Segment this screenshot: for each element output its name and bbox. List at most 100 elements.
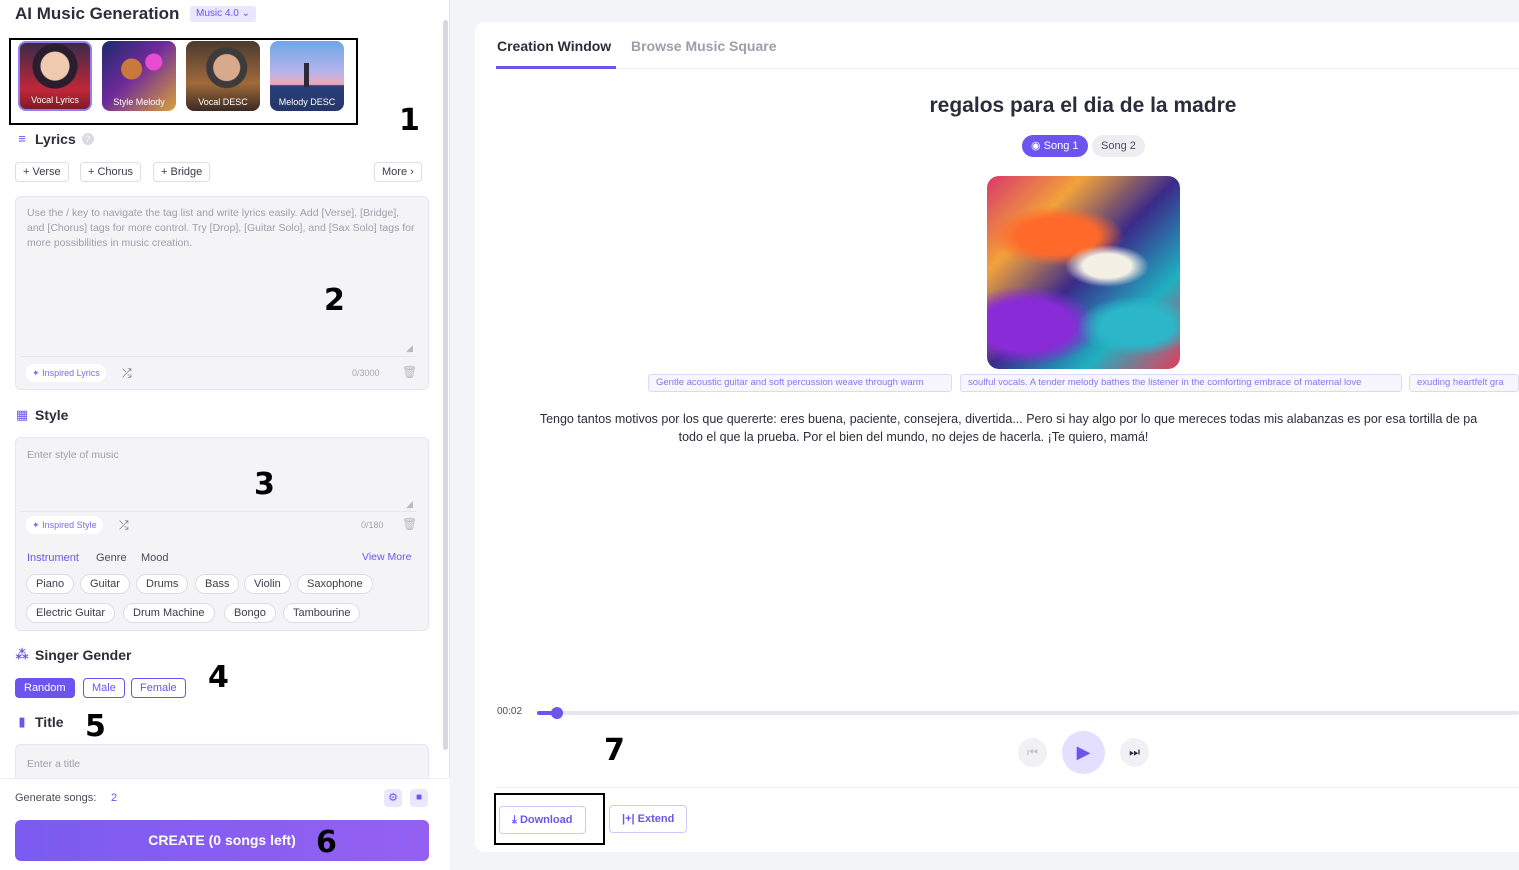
- shuffle-icon[interactable]: ⤮: [119, 518, 129, 533]
- title-heading: ▮ Title: [15, 714, 64, 730]
- progress-slider[interactable]: [537, 707, 1519, 719]
- song-version-2-tab[interactable]: Song 2: [1092, 135, 1145, 157]
- song-version-1-tab[interactable]: ◉ Song 1: [1022, 135, 1088, 157]
- instrument-tambourine[interactable]: Tambourine: [283, 603, 361, 623]
- more-tags-label: More: [382, 166, 408, 178]
- progress-thumb[interactable]: [550, 707, 563, 719]
- tab-mood[interactable]: Mood: [141, 552, 169, 564]
- singer-gender-heading: ⁂ Singer Gender: [15, 647, 131, 663]
- active-tab-indicator: [496, 66, 616, 69]
- instrument-drums[interactable]: Drums: [136, 574, 189, 594]
- style-tag: Gentle acoustic guitar and soft percussi…: [648, 374, 952, 392]
- song-title: regalos para el dia de la madre: [929, 94, 1237, 117]
- model-select[interactable]: Music 4.0 ⌄: [190, 6, 256, 22]
- song-cover-image: [987, 176, 1180, 369]
- inspired-lyrics-label: Inspired Lyrics: [42, 368, 100, 378]
- tab-browse-music-square[interactable]: Browse Music Square: [631, 38, 777, 54]
- title-placeholder: Enter a title: [27, 758, 81, 770]
- instrument-bass[interactable]: Bass: [195, 574, 240, 594]
- inspired-lyrics-button[interactable]: ✦ Inspired Lyrics: [26, 364, 106, 382]
- check-circle-icon: ◉: [1031, 140, 1041, 152]
- settings-icon[interactable]: ⚙: [384, 789, 402, 807]
- trash-icon[interactable]: 🗑: [402, 365, 417, 379]
- tag-chorus-button[interactable]: + Chorus: [80, 162, 141, 182]
- style-tag: exuding heartfelt gra: [1409, 374, 1519, 392]
- song-version-1-label: Song 1: [1043, 140, 1079, 152]
- gender-random-button[interactable]: Random: [15, 678, 75, 698]
- inspired-style-label: Inspired Style: [42, 520, 97, 530]
- tab-divider: [496, 68, 1519, 69]
- annotation-number-7: 7: [604, 733, 625, 768]
- title-heading-label: Title: [35, 714, 64, 730]
- annotation-number-1: 1: [399, 103, 420, 138]
- style-heading-label: Style: [35, 407, 69, 423]
- style-heading: ▦ Style: [15, 407, 69, 423]
- style-panel: [15, 437, 429, 631]
- lock-icon[interactable]: ■: [410, 789, 428, 807]
- style-input[interactable]: Enter style of music: [27, 448, 119, 463]
- instrument-guitar[interactable]: Guitar: [80, 574, 130, 594]
- next-icon[interactable]: ⏭: [1120, 738, 1149, 767]
- gender-male-button[interactable]: Male: [83, 678, 125, 698]
- controls-divider: [496, 787, 1519, 788]
- annotation-box-1: [9, 38, 358, 125]
- people-icon: ⁂: [15, 647, 29, 662]
- annotation-box-7: [494, 793, 605, 845]
- lyrics-line: todo el que la prueba. Por el bien del m…: [678, 430, 1149, 444]
- view-more-link[interactable]: View More: [362, 551, 411, 563]
- instrument-electric-guitar[interactable]: Electric Guitar: [26, 603, 116, 623]
- sparkle-icon: ✦: [32, 368, 40, 378]
- annotation-number-2: 2: [324, 283, 345, 318]
- instrument-drum-machine[interactable]: Drum Machine: [123, 603, 215, 623]
- grid-icon: ▦: [15, 407, 29, 422]
- lyrics-divider: [20, 356, 416, 357]
- lyrics-placeholder: Use the / key to navigate the tag list a…: [27, 207, 415, 249]
- instrument-bongo[interactable]: Bongo: [224, 603, 276, 623]
- style-divider: [20, 511, 416, 512]
- gender-female-button[interactable]: Female: [131, 678, 186, 698]
- trash-icon[interactable]: 🗑: [402, 517, 417, 531]
- generate-songs-label: Generate songs:: [15, 792, 97, 804]
- left-scrollbar[interactable]: [443, 20, 448, 750]
- annotation-number-6: 6: [316, 825, 337, 860]
- help-icon[interactable]: ?: [81, 133, 94, 145]
- chevron-down-icon: ⌄: [241, 8, 250, 19]
- instrument-violin[interactable]: Violin: [244, 574, 291, 594]
- lyrics-counter: 0/3000: [352, 368, 380, 378]
- tag-bridge-button[interactable]: + Bridge: [153, 162, 211, 182]
- tag-verse-button[interactable]: + Verse: [15, 162, 69, 182]
- extend-icon: |+|: [622, 813, 635, 825]
- tab-instrument[interactable]: Instrument: [27, 552, 79, 564]
- lyrics-heading: ≡ Lyrics ?: [15, 131, 94, 147]
- annotation-number-5: 5: [85, 709, 106, 744]
- app-title: AI Music Generation: [15, 4, 180, 23]
- chevron-right-icon: ›: [410, 166, 414, 178]
- lyrics-line: Tengo tantos motivos por los que querert…: [539, 412, 1478, 426]
- create-button[interactable]: CREATE (0 songs left): [15, 820, 429, 861]
- extend-button[interactable]: |+| Extend: [609, 805, 688, 833]
- shuffle-icon[interactable]: ⤮: [122, 366, 132, 381]
- annotation-number-4: 4: [208, 660, 229, 695]
- sparkle-icon: ✦: [32, 520, 40, 530]
- lyrics-heading-label: Lyrics: [35, 131, 76, 147]
- tab-genre[interactable]: Genre: [96, 552, 127, 564]
- play-icon[interactable]: ▶: [1062, 731, 1105, 774]
- extend-label: Extend: [637, 813, 675, 825]
- style-counter: 0/180: [361, 520, 384, 530]
- instrument-saxophone[interactable]: Saxophone: [297, 574, 373, 594]
- lyrics-icon: ≡: [18, 131, 26, 146]
- instrument-piano[interactable]: Piano: [26, 574, 75, 594]
- inspired-style-button[interactable]: ✦ Inspired Style: [26, 516, 103, 534]
- previous-icon[interactable]: ⏮: [1018, 738, 1047, 767]
- song-lyrics: Tengo tantos motivos por los que querert…: [498, 410, 1519, 446]
- more-tags-button[interactable]: More ›: [374, 162, 422, 182]
- singer-gender-label: Singer Gender: [35, 647, 132, 663]
- tab-creation-window[interactable]: Creation Window: [497, 38, 611, 54]
- annotation-number-3: 3: [254, 467, 275, 502]
- resize-handle-icon[interactable]: ◢: [406, 499, 413, 510]
- generate-songs-count[interactable]: 2: [111, 792, 117, 804]
- model-label: Music 4.0: [196, 8, 239, 19]
- current-time: 00:02: [497, 706, 523, 717]
- style-tag: soulful vocals. A tender melody bathes t…: [960, 374, 1402, 392]
- resize-handle-icon[interactable]: ◢: [406, 343, 413, 354]
